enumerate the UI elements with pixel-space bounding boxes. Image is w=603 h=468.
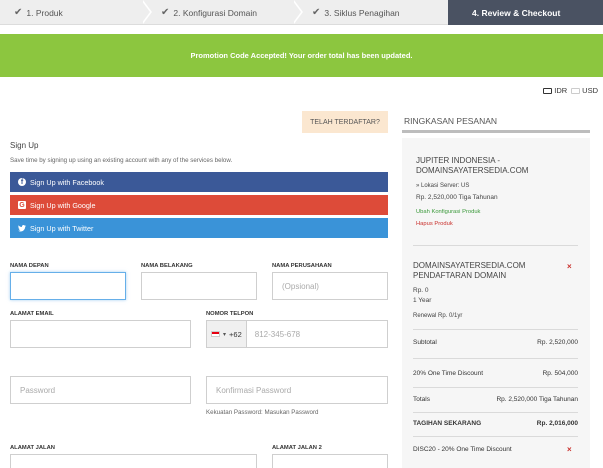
- step-konfigurasi-domain[interactable]: ✔ 2. Konfigurasi Domain: [151, 0, 303, 25]
- address2-label: ALAMAT JALAN 2: [272, 445, 322, 451]
- address1-input[interactable]: [10, 454, 257, 468]
- due-today-row: TAGIHAN SEKARANG Rp. 2,016,000: [413, 420, 578, 427]
- alert-message: Promotion Code Accepted! Your order tota…: [190, 51, 413, 60]
- item1-price: Rp. 2,520,000 Tiga Tahunan: [416, 194, 498, 201]
- step-label: 3. Siklus Penagihan: [324, 7, 400, 18]
- last-name-label: NAMA BELAKANG: [141, 263, 193, 269]
- promo-row: DISC20 - 20% One Time Discount: [413, 446, 512, 453]
- money-icon: [543, 87, 553, 94]
- caret-down-icon: ▾: [223, 331, 227, 338]
- password-input[interactable]: Password: [10, 376, 191, 404]
- step-label: 1. Produk: [26, 7, 63, 18]
- currency-idr[interactable]: IDR: [543, 86, 567, 95]
- remove-item-icon[interactable]: ×: [567, 262, 572, 271]
- item1-name: JUPITER INDONESIA - DOMAINSAYATERSEDIA.C…: [416, 156, 529, 175]
- first-name-input[interactable]: [10, 272, 126, 300]
- signup-title: Sign Up: [10, 141, 39, 150]
- edit-config-link[interactable]: Ubah Konfigurasi Produk: [416, 209, 480, 215]
- google-icon: G: [18, 201, 26, 209]
- step-label: 2. Konfigurasi Domain: [173, 7, 258, 18]
- remove-product-link[interactable]: Hapus Produk: [416, 221, 453, 227]
- facebook-icon: f: [18, 178, 26, 186]
- phone-input[interactable]: ▾ +62 812-345-678: [206, 320, 388, 348]
- step-siklus-penagihan[interactable]: ✔ 3. Siklus Penagihan: [302, 0, 448, 25]
- email-input[interactable]: [10, 320, 191, 348]
- address1-label: ALAMAT JALAN: [10, 445, 55, 451]
- indonesia-flag-icon: [211, 331, 220, 337]
- remove-promo-icon[interactable]: ×: [567, 445, 572, 454]
- confirm-password-input[interactable]: Konfirmasi Password: [206, 376, 388, 404]
- order-summary: JUPITER INDONESIA - DOMAINSAYATERSEDIA.C…: [402, 138, 590, 468]
- order-summary-title: RINGKASAN PESANAN: [402, 111, 590, 133]
- signup-google-button[interactable]: G Sign Up with Google: [10, 195, 388, 215]
- item2-name: DOMAINSAYATERSEDIA.COM PENDAFTARAN DOMAI…: [413, 261, 526, 280]
- item2-period: 1 Year: [413, 297, 432, 304]
- signup-facebook-button[interactable]: f Sign Up with Facebook: [10, 172, 388, 192]
- money-icon: [571, 87, 581, 94]
- item2-renewal: Renewal Rp. 0/1yr: [413, 313, 463, 319]
- discount-row: 20% One Time Discount Rp. 504,000: [413, 370, 578, 377]
- checkout-steps: ✔ 1. Produk ✔ 2. Konfigurasi Domain ✔ 3.…: [0, 0, 603, 25]
- email-label: ALAMAT EMAIL: [10, 311, 54, 317]
- company-label: NAMA PERUSAHAAN: [272, 263, 332, 269]
- currency-switcher: IDR USD: [543, 86, 598, 95]
- totals-row: Totals Rp. 2,520,000 Tiga Tahunan: [413, 396, 578, 403]
- promo-success-alert: Promotion Code Accepted! Your order tota…: [0, 34, 603, 77]
- step-produk[interactable]: ✔ 1. Produk: [0, 0, 152, 25]
- step-review-checkout: 4. Review & Checkout: [448, 0, 603, 25]
- first-name-label: NAMA DEPAN: [10, 263, 49, 269]
- last-name-input[interactable]: [141, 272, 257, 300]
- signup-description: Save time by signing up using an existin…: [10, 157, 233, 164]
- twitter-icon: [18, 224, 26, 232]
- signup-twitter-button[interactable]: Sign Up with Twitter: [10, 218, 388, 238]
- password-strength-hint: Kekuatan Password: Masukan Password: [206, 409, 319, 416]
- already-registered-button[interactable]: TELAH TERDAFTAR?: [302, 111, 388, 133]
- phone-label: NOMOR TELPON: [206, 311, 254, 317]
- subtotal-row: Subtotal Rp. 2,520,000: [413, 339, 578, 346]
- country-code-select[interactable]: ▾ +62: [207, 321, 247, 347]
- check-icon: ✔: [161, 7, 170, 18]
- check-icon: ✔: [312, 7, 321, 18]
- currency-usd[interactable]: USD: [571, 86, 598, 95]
- item2-price: Rp. 0: [413, 287, 429, 294]
- step-label: 4. Review & Checkout: [472, 7, 561, 18]
- address2-input[interactable]: [272, 454, 388, 468]
- check-icon: ✔: [14, 7, 23, 18]
- item1-location: » Lokasi Server: US: [416, 183, 470, 189]
- company-input[interactable]: (Opsional): [272, 272, 388, 300]
